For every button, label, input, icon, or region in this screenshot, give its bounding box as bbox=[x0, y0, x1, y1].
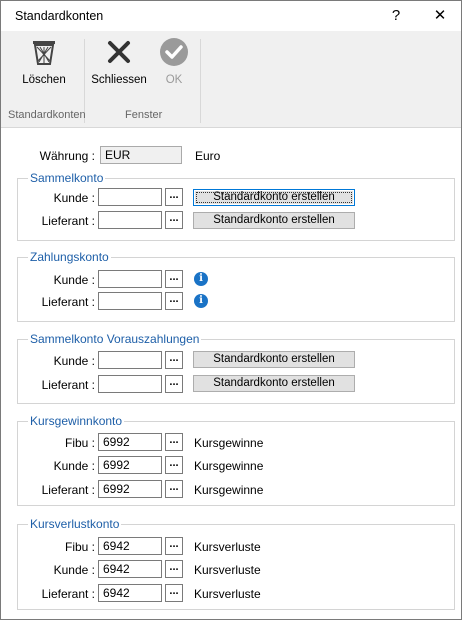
group-sammelkonto: Sammelkonto bbox=[17, 171, 455, 241]
help-button[interactable]: ? bbox=[381, 5, 411, 27]
zahlungskonto-kunde-field[interactable] bbox=[98, 270, 162, 288]
kursgewinn-lieferant-field[interactable]: 6992 bbox=[98, 480, 162, 498]
kursverlust-fibu-label: Fibu : bbox=[64, 540, 95, 554]
info-icon[interactable]: i bbox=[194, 272, 208, 286]
vorauszahlungen-lieferant-field[interactable] bbox=[98, 375, 162, 393]
delete-label: Löschen bbox=[22, 74, 66, 86]
sammelkonto-kunde-create-button[interactable]: Standardkonto erstellen bbox=[193, 189, 355, 206]
group-title-vorauszahlungen: Sammelkonto Vorauszahlungen bbox=[28, 332, 202, 346]
close-button[interactable]: Schliessen bbox=[89, 37, 149, 86]
sammelkonto-kunde-label: Kunde : bbox=[53, 191, 95, 205]
vorauszahlungen-lieferant-browse-button[interactable]: ... bbox=[165, 375, 183, 393]
vorauszahlungen-kunde-create-button[interactable]: Standardkonto erstellen bbox=[193, 351, 355, 368]
group-title-kursgewinnkonto: Kursgewinnkonto bbox=[28, 414, 125, 428]
currency-label: Währung : bbox=[39, 149, 95, 163]
ribbon-toolbar: Löschen Schliessen OK Standardkonten Fen… bbox=[1, 31, 461, 128]
kursgewinn-kunde-field[interactable]: 6992 bbox=[98, 456, 162, 474]
x-icon bbox=[108, 41, 130, 63]
ribbon-separator bbox=[200, 39, 201, 123]
sammelkonto-lieferant-field[interactable] bbox=[98, 211, 162, 229]
vorauszahlungen-lieferant-create-button[interactable]: Standardkonto erstellen bbox=[193, 375, 355, 392]
group-title-sammelkonto: Sammelkonto bbox=[28, 171, 106, 185]
kursverlust-kunde-desc: Kursverluste bbox=[194, 563, 261, 577]
zahlungskonto-kunde-browse-button[interactable]: ... bbox=[165, 270, 183, 288]
kursverlust-fibu-field[interactable]: 6942 bbox=[98, 537, 162, 555]
kursverlust-fibu-desc: Kursverluste bbox=[194, 540, 261, 554]
group-title-kursverlustkonto: Kursverlustkonto bbox=[28, 517, 122, 531]
sammelkonto-lieferant-create-button[interactable]: Standardkonto erstellen bbox=[193, 212, 355, 229]
kursgewinn-fibu-field[interactable]: 6992 bbox=[98, 433, 162, 451]
checkmark-icon bbox=[160, 38, 188, 66]
group-label-fenster: Fenster bbox=[125, 109, 163, 121]
window-title: Standardkonten bbox=[15, 9, 104, 23]
kursgewinn-lieferant-browse-button[interactable]: ... bbox=[165, 480, 183, 498]
kursverlust-lieferant-desc: Kursverluste bbox=[194, 587, 261, 601]
kursverlust-lieferant-browse-button[interactable]: ... bbox=[165, 584, 183, 602]
kursverlust-kunde-browse-button[interactable]: ... bbox=[165, 560, 183, 578]
kursverlust-fibu-browse-button[interactable]: ... bbox=[165, 537, 183, 555]
delete-button[interactable]: Löschen bbox=[15, 37, 73, 86]
info-icon[interactable]: i bbox=[194, 294, 208, 308]
trash-icon bbox=[33, 41, 55, 65]
currency-code-field: EUR bbox=[100, 146, 182, 164]
group-zahlungskonto: Zahlungskonto bbox=[17, 250, 455, 322]
zahlungskonto-kunde-label: Kunde : bbox=[53, 273, 95, 287]
kursgewinn-fibu-browse-button[interactable]: ... bbox=[165, 433, 183, 451]
zahlungskonto-lieferant-field[interactable] bbox=[98, 292, 162, 310]
sammelkonto-kunde-browse-button[interactable]: ... bbox=[165, 188, 183, 206]
vorauszahlungen-kunde-browse-button[interactable]: ... bbox=[165, 351, 183, 369]
kursgewinn-fibu-label: Fibu : bbox=[64, 436, 95, 450]
zahlungskonto-lieferant-label: Lieferant : bbox=[41, 295, 95, 309]
kursgewinn-lieferant-label: Lieferant : bbox=[41, 483, 95, 497]
dialog-window: Standardkonten ? ✕ Löschen Schliessen OK bbox=[0, 0, 462, 620]
vorauszahlungen-lieferant-label: Lieferant : bbox=[41, 378, 95, 392]
kursverlust-lieferant-field[interactable]: 6942 bbox=[98, 584, 162, 602]
group-vorauszahlungen: Sammelkonto Vorauszahlungen bbox=[17, 332, 455, 404]
close-window-button[interactable]: ✕ bbox=[425, 5, 455, 27]
form-content: Währung : EUR Euro Sammelkonto Kunde : .… bbox=[1, 128, 461, 619]
group-label-standardkonten: Standardkonten bbox=[8, 109, 86, 121]
kursverlust-kunde-field[interactable]: 6942 bbox=[98, 560, 162, 578]
sammelkonto-lieferant-browse-button[interactable]: ... bbox=[165, 211, 183, 229]
kursgewinn-kunde-browse-button[interactable]: ... bbox=[165, 456, 183, 474]
kursgewinn-lieferant-desc: Kursgewinne bbox=[194, 483, 264, 497]
currency-name: Euro bbox=[195, 149, 221, 163]
sammelkonto-kunde-field[interactable] bbox=[98, 188, 162, 206]
kursverlust-kunde-label: Kunde : bbox=[53, 563, 95, 577]
title-bar: Standardkonten ? ✕ bbox=[1, 1, 461, 31]
kursgewinn-kunde-desc: Kursgewinne bbox=[194, 459, 264, 473]
kursverlust-lieferant-label: Lieferant : bbox=[41, 587, 95, 601]
sammelkonto-lieferant-label: Lieferant : bbox=[41, 214, 95, 228]
zahlungskonto-lieferant-browse-button[interactable]: ... bbox=[165, 292, 183, 310]
ok-button[interactable]: OK bbox=[157, 37, 191, 86]
vorauszahlungen-kunde-field[interactable] bbox=[98, 351, 162, 369]
vorauszahlungen-kunde-label: Kunde : bbox=[53, 354, 95, 368]
kursgewinn-fibu-desc: Kursgewinne bbox=[194, 436, 264, 450]
kursgewinn-kunde-label: Kunde : bbox=[53, 459, 95, 473]
close-label: Schliessen bbox=[91, 74, 147, 86]
group-title-zahlungskonto: Zahlungskonto bbox=[28, 250, 111, 264]
ok-label: OK bbox=[165, 74, 183, 86]
